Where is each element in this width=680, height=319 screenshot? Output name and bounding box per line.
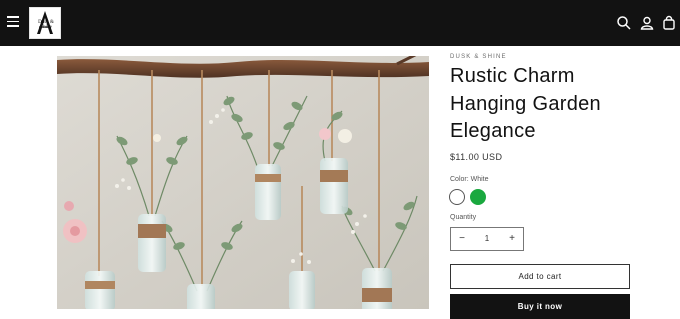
- logo-text: Dusk & Shine: [38, 20, 54, 30]
- search-icon[interactable]: [616, 15, 632, 31]
- quantity-decrease-button[interactable]: −: [451, 228, 473, 250]
- account-icon[interactable]: [639, 15, 655, 31]
- hanging-garden-photo: [57, 56, 429, 309]
- store-logo[interactable]: Dusk & Shine: [29, 7, 61, 39]
- add-to-cart-button[interactable]: Add to cart: [450, 264, 630, 289]
- menu-icon[interactable]: [7, 16, 19, 28]
- quantity-stepper: − +: [450, 227, 524, 251]
- quantity-input[interactable]: [473, 228, 501, 250]
- swatch-white[interactable]: [449, 189, 465, 205]
- quantity-label: Quantity: [450, 214, 477, 221]
- quantity-increase-button[interactable]: +: [501, 228, 523, 250]
- color-label: Color: White: [450, 176, 489, 183]
- site-header: Dusk & Shine: [0, 0, 680, 46]
- product-price: $11.00 USD: [450, 152, 503, 162]
- product-title: Rustic Charm Hanging Garden Elegance: [450, 65, 601, 142]
- swatch-green[interactable]: [470, 189, 486, 205]
- product-image[interactable]: [57, 56, 429, 309]
- cart-icon[interactable]: [661, 15, 677, 31]
- vendor-name: DUSK & SHINE: [450, 54, 507, 60]
- buy-now-button[interactable]: Buy it now: [450, 294, 630, 319]
